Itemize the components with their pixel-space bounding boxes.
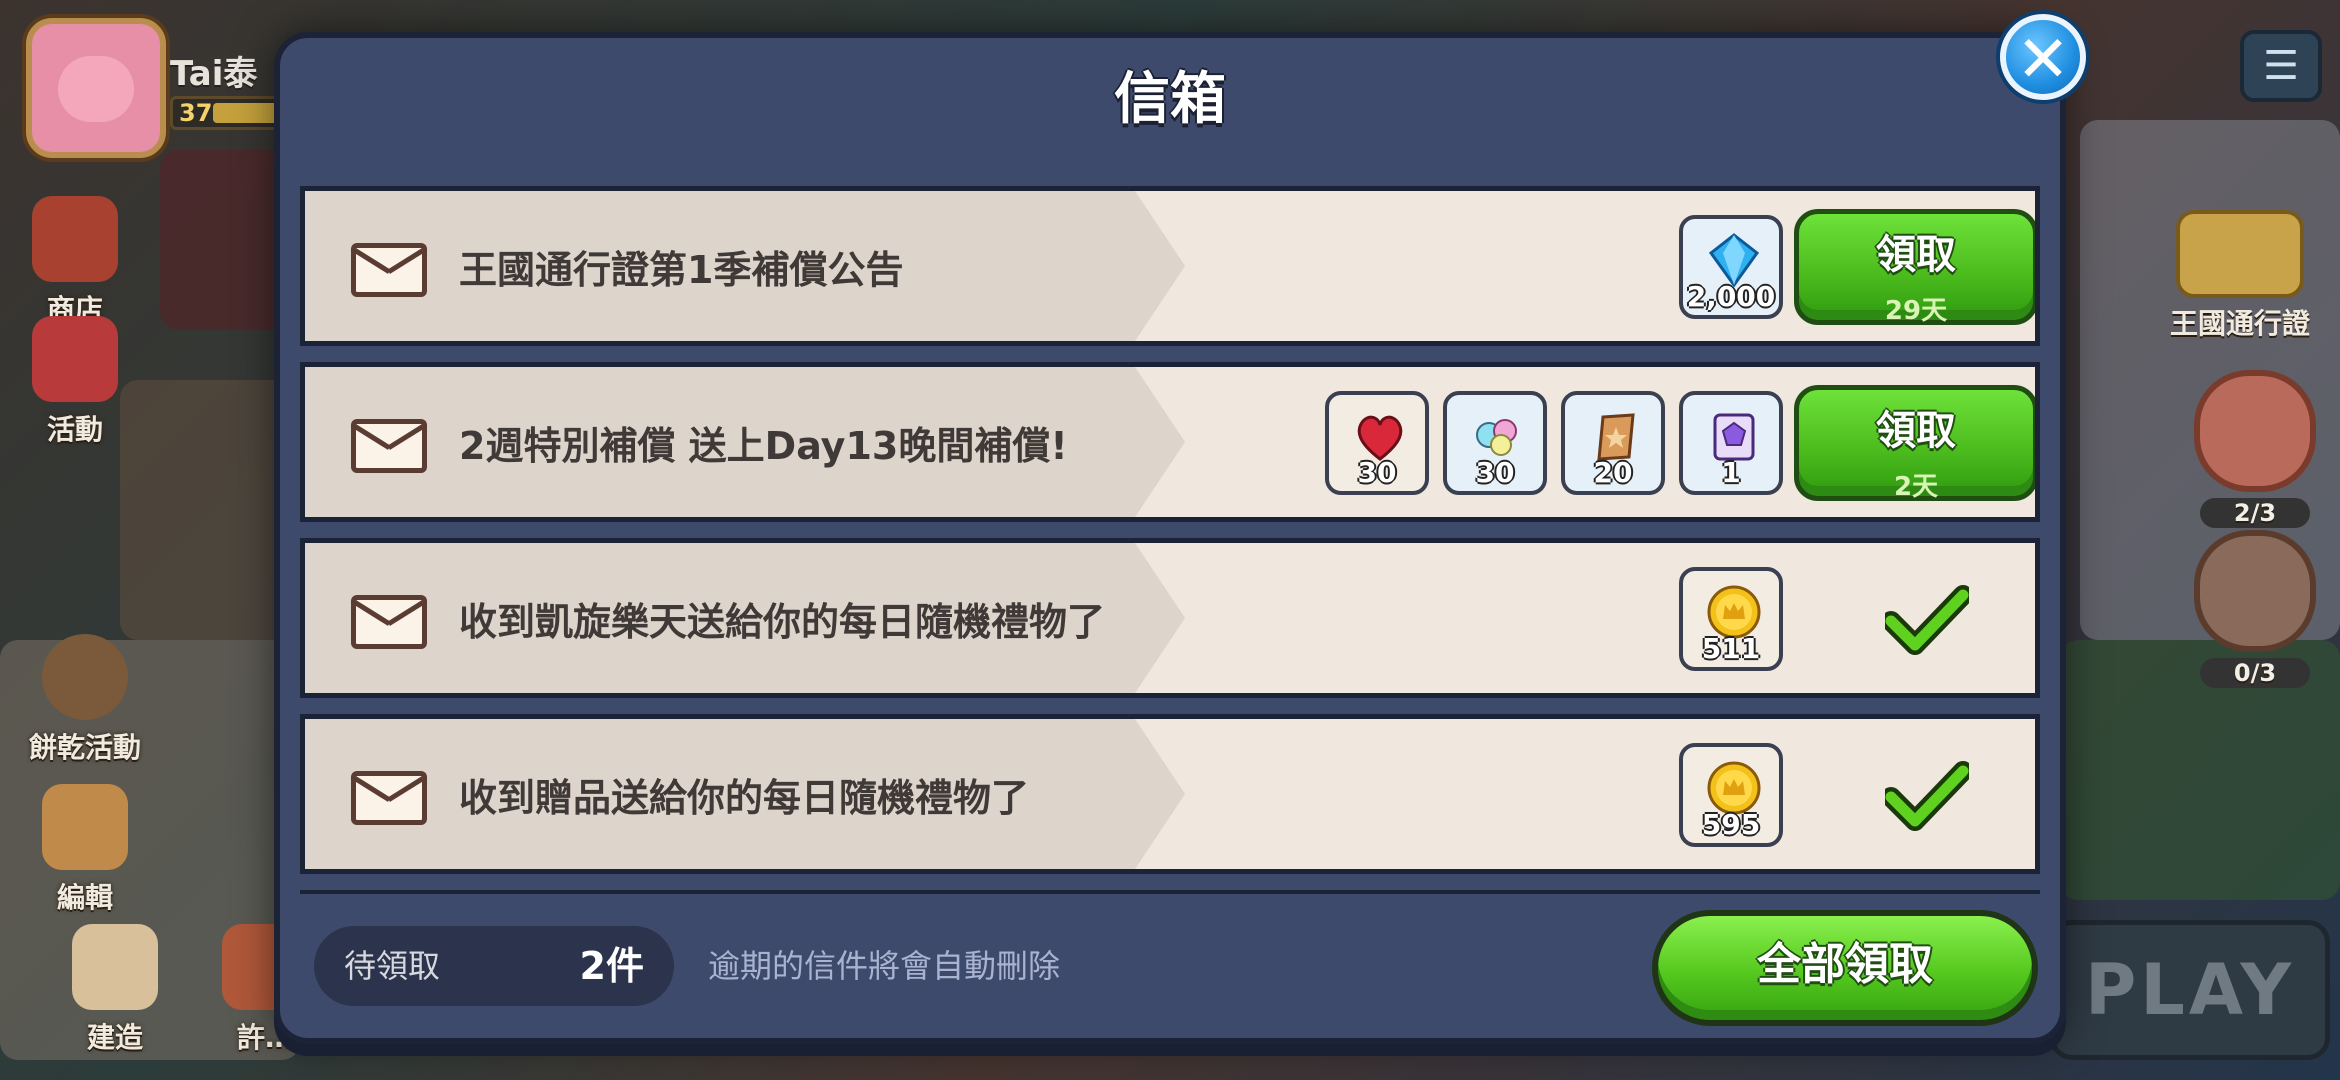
shop-button[interactable]: 商店 xyxy=(20,196,130,328)
event-button[interactable]: 活動 xyxy=(20,316,130,448)
xp-bar xyxy=(213,103,283,123)
claimed-check-icon xyxy=(1885,585,1969,655)
kingdom-pass-button[interactable]: 王國通行證 xyxy=(2150,210,2330,342)
pending-counter: 待領取 2件 xyxy=(314,926,674,1006)
edit-label: 編輯 xyxy=(56,881,113,914)
reward-quantity: 1 xyxy=(1721,456,1741,489)
gingerbread-icon xyxy=(42,634,128,720)
house-slot-button[interactable]: 2/3 xyxy=(2190,370,2320,528)
mail-row[interactable]: 收到凱旋樂天送給你的每日隨機禮物了 511 xyxy=(300,538,2040,698)
reward-item[interactable]: 595 xyxy=(1679,743,1783,847)
reward-quantity: 511 xyxy=(1701,632,1761,665)
pending-count: 2件 xyxy=(579,944,644,988)
reward-quantity: 595 xyxy=(1701,808,1761,841)
envelope-icon xyxy=(351,595,427,649)
reward-item[interactable]: 20 xyxy=(1561,391,1665,495)
envelope-icon xyxy=(351,243,427,297)
mail-title: 收到凱旋樂天送給你的每日隨機禮物了 xyxy=(459,599,1106,644)
claim-all-label: 全部領取 xyxy=(1757,939,1933,990)
claim-all-button[interactable]: 全部領取 xyxy=(1652,910,2038,1026)
reward-quantity: 20 xyxy=(1593,456,1633,489)
edit-button[interactable]: 編輯 xyxy=(30,784,140,916)
reward-item[interactable]: 2,000 xyxy=(1679,215,1783,319)
claim-label: 領取 xyxy=(1876,232,1956,278)
envelope-icon xyxy=(351,771,427,825)
house-icon xyxy=(2194,370,2316,492)
mail-list[interactable]: 王國通行證第1季補償公告 2,000 領取 29天 2週特別補償 送上Day13… xyxy=(300,154,2040,894)
cookie-event-label: 餅乾活動 xyxy=(28,731,141,764)
days-remaining: 29天 xyxy=(1884,296,1948,326)
build-button[interactable]: 建造 xyxy=(60,924,170,1056)
menu-icon: ☰ xyxy=(2263,43,2299,89)
mail-title: 2週特別補償 送上Day13晚間補償! xyxy=(459,423,1068,468)
reward-item[interactable]: 30 xyxy=(1325,391,1429,495)
claim-button[interactable]: 領取 2天 xyxy=(1794,385,2035,502)
mail-row[interactable]: 收到贈品送給你的每日隨機禮物了 595 xyxy=(300,714,2040,874)
build-icon xyxy=(72,924,158,1010)
player-name: Tai泰 xyxy=(170,54,258,94)
play-button[interactable]: PLAY xyxy=(2050,920,2330,1060)
claim-button[interactable]: 領取 29天 xyxy=(1794,209,2035,326)
reward-item[interactable]: 30 xyxy=(1443,391,1547,495)
player-avatar[interactable] xyxy=(26,18,166,158)
claimed-check-icon xyxy=(1885,761,1969,831)
build-label: 建造 xyxy=(86,1021,143,1054)
claim-label: 領取 xyxy=(1876,408,1956,454)
close-icon: ✕ xyxy=(2016,23,2070,97)
event-label: 活動 xyxy=(46,413,103,446)
crown-icon xyxy=(2176,210,2304,298)
reward-quantity: 30 xyxy=(1475,456,1515,489)
kingdom-pass-label: 王國通行證 xyxy=(2169,307,2310,340)
mailbox-dialog: 信箱 王國通行證第1季補償公告 2,000 領取 29天 2週特別補償 送上Da… xyxy=(274,32,2066,1044)
reward-item[interactable]: 511 xyxy=(1679,567,1783,671)
shop-icon xyxy=(32,196,118,282)
envelope-icon xyxy=(351,419,427,473)
mail-row[interactable]: 2週特別補償 送上Day13晚間補償! 30 30 20 1 領取 2天 xyxy=(300,362,2040,522)
mail-title: 王國通行證第1季補償公告 xyxy=(459,247,904,292)
hamburger-menu-button[interactable]: ☰ xyxy=(2240,30,2322,102)
mail-row[interactable]: 王國通行證第1季補償公告 2,000 領取 29天 xyxy=(300,186,2040,346)
expiry-note: 逾期的信件將會自動刪除 xyxy=(708,947,1061,985)
reward-quantity: 30 xyxy=(1357,456,1397,489)
avatar-face xyxy=(58,56,134,122)
cookie-event-button[interactable]: 餅乾活動 xyxy=(20,634,150,766)
gift-icon xyxy=(32,316,118,402)
dialog-title: 信箱 xyxy=(1114,67,1226,132)
mail-title: 收到贈品送給你的每日隨機禮物了 xyxy=(459,775,1030,820)
pending-label: 待領取 xyxy=(344,947,441,985)
mailbox-footer: 待領取 2件 逾期的信件將會自動刪除 全部領取 xyxy=(280,888,2060,1038)
player-level-value: 37 xyxy=(179,99,213,127)
days-remaining: 2天 xyxy=(1893,472,1939,502)
close-button[interactable]: ✕ xyxy=(2000,14,2086,100)
worker-icon xyxy=(2194,530,2316,652)
worker-slot-button[interactable]: 0/3 xyxy=(2190,530,2320,688)
house-count: 2/3 xyxy=(2200,498,2310,528)
reward-item[interactable]: 1 xyxy=(1679,391,1783,495)
edit-icon xyxy=(42,784,128,870)
reward-quantity: 2,000 xyxy=(1686,280,1776,313)
worker-count: 0/3 xyxy=(2200,658,2310,688)
